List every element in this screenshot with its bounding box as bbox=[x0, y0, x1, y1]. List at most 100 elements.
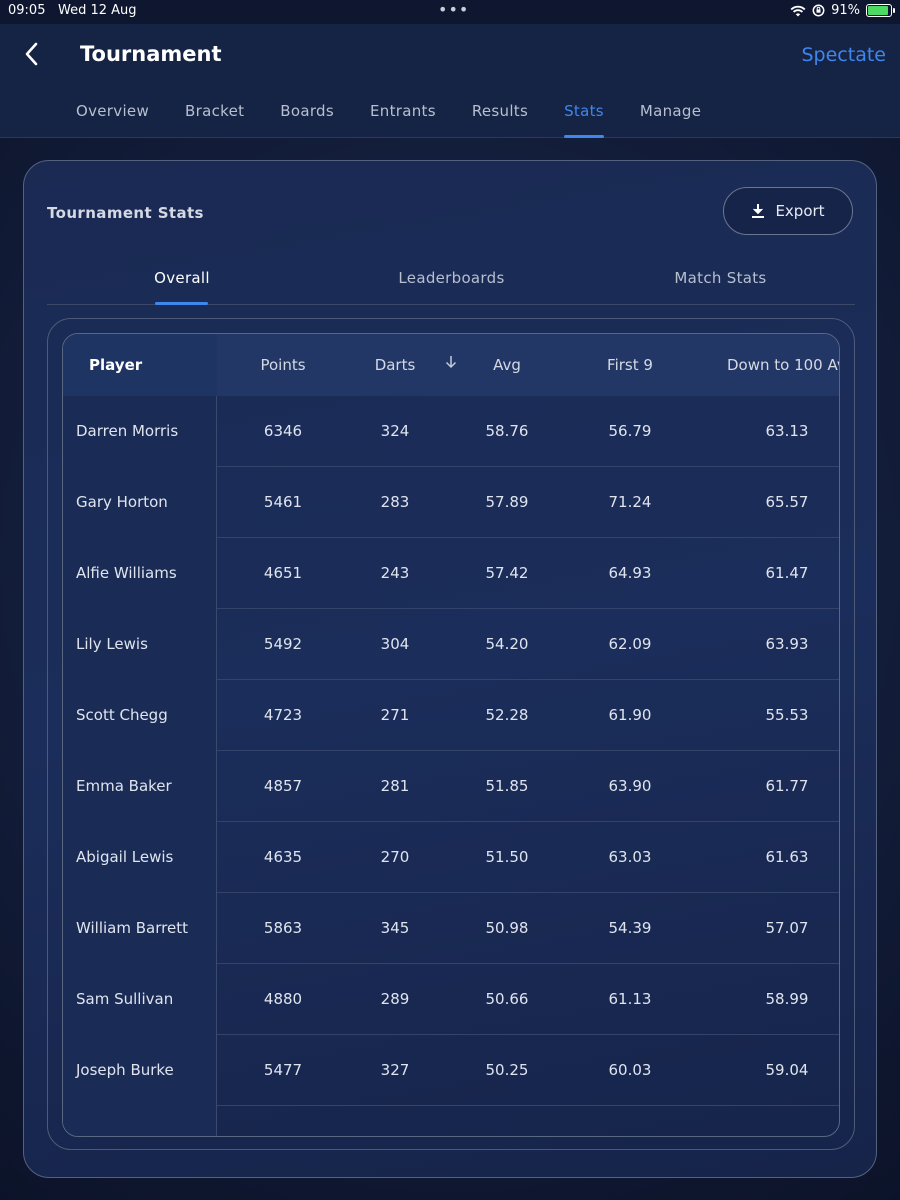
player-name-cell: Sam Sullivan bbox=[76, 990, 174, 1008]
down-to-100-avg-cell: 55.53 bbox=[765, 706, 809, 724]
stats-table[interactable]: Player Points Darts Avg First 9 Down to … bbox=[62, 333, 840, 1137]
table-header: Player Points Darts Avg First 9 Down to … bbox=[63, 334, 839, 396]
table-row[interactable]: Abigail Lewis 4635 270 51.50 63.03 61.63 bbox=[63, 822, 839, 893]
column-header-avg[interactable]: Avg bbox=[457, 334, 557, 396]
darts-cell: 281 bbox=[380, 777, 410, 795]
darts-cell: 345 bbox=[380, 919, 410, 937]
table-row[interactable]: Darren Morris 6346 324 58.76 56.79 63.13 bbox=[63, 396, 839, 467]
column-header-down-to-100-avg[interactable]: Down to 100 Avg bbox=[727, 334, 839, 396]
avg-cell: 57.42 bbox=[485, 564, 529, 582]
avg-cell: 51.50 bbox=[485, 848, 529, 866]
top-tab-bar: Overview Bracket Boards Entrants Results… bbox=[58, 92, 719, 138]
card-title: Tournament Stats bbox=[47, 204, 204, 222]
rotation-lock-icon bbox=[812, 4, 825, 17]
table-row[interactable]: William Barrett 5863 345 50.98 54.39 57.… bbox=[63, 893, 839, 964]
column-header-first9[interactable]: First 9 bbox=[580, 334, 680, 396]
status-bar: 09:05 Wed 12 Aug ••• 91% bbox=[0, 0, 900, 24]
page-title: Tournament bbox=[80, 42, 222, 66]
player-name-cell: Alfie Williams bbox=[76, 564, 177, 582]
navigation-bar: Tournament Spectate Overview Bracket Boa… bbox=[0, 24, 900, 138]
points-cell: 4723 bbox=[263, 706, 303, 724]
column-header-darts[interactable]: Darts bbox=[345, 334, 445, 396]
down-to-100-avg-cell: 57.07 bbox=[765, 919, 809, 937]
table-row[interactable]: Gary Horton 5461 283 57.89 71.24 65.57 bbox=[63, 467, 839, 538]
avg-cell: 57.89 bbox=[485, 493, 529, 511]
down-to-100-avg-cell: 61.63 bbox=[765, 848, 809, 866]
tab-boards[interactable]: Boards bbox=[262, 92, 352, 138]
wifi-icon bbox=[790, 5, 806, 16]
tab-overview[interactable]: Overview bbox=[58, 92, 167, 138]
darts-cell: 289 bbox=[380, 990, 410, 1008]
player-name-cell: Scott Chegg bbox=[76, 706, 168, 724]
table-row[interactable]: Alfie Williams 4651 243 57.42 64.93 61.4… bbox=[63, 538, 839, 609]
multitasking-dots-icon[interactable]: ••• bbox=[438, 0, 469, 19]
avg-cell: 51.85 bbox=[485, 777, 529, 795]
points-cell: 5461 bbox=[263, 493, 303, 511]
status-time: 09:05 bbox=[8, 3, 46, 18]
player-name-cell: Joseph Burke bbox=[76, 1061, 174, 1079]
first9-cell: 61.90 bbox=[608, 706, 652, 724]
first9-cell: 71.24 bbox=[608, 493, 652, 511]
player-name-cell: Lily Lewis bbox=[76, 635, 148, 653]
tab-bracket[interactable]: Bracket bbox=[167, 92, 262, 138]
stats-subtab-bar: Overall Leaderboards Match Stats bbox=[47, 261, 855, 305]
down-to-100-avg-cell: 63.93 bbox=[765, 635, 809, 653]
darts-cell: 243 bbox=[380, 564, 410, 582]
points-cell: 6346 bbox=[263, 422, 303, 440]
first9-cell: 64.93 bbox=[608, 564, 652, 582]
back-chevron-icon[interactable] bbox=[20, 40, 44, 68]
avg-cell: 58.76 bbox=[485, 422, 529, 440]
darts-cell: 271 bbox=[380, 706, 410, 724]
points-cell: 5477 bbox=[263, 1061, 303, 1079]
table-row[interactable]: Joseph Burke 5477 327 50.25 60.03 59.04 bbox=[63, 1035, 839, 1106]
spectate-button[interactable]: Spectate bbox=[802, 44, 887, 66]
avg-cell: 50.98 bbox=[485, 919, 529, 937]
avg-cell: 52.28 bbox=[485, 706, 529, 724]
down-to-100-avg-cell: 61.47 bbox=[765, 564, 809, 582]
table-row[interactable]: Sam Sullivan 4880 289 50.66 61.13 58.99 bbox=[63, 964, 839, 1035]
table-frame: Player Points Darts Avg First 9 Down to … bbox=[47, 318, 855, 1150]
player-name-cell: Abigail Lewis bbox=[76, 848, 174, 866]
first9-cell: 56.79 bbox=[608, 422, 652, 440]
down-to-100-avg-cell: 59.04 bbox=[765, 1061, 809, 1079]
tab-manage[interactable]: Manage bbox=[622, 92, 719, 138]
points-cell: 4651 bbox=[263, 564, 303, 582]
first9-cell: 63.90 bbox=[608, 777, 652, 795]
points-cell: 4857 bbox=[263, 777, 303, 795]
table-row[interactable]: Lily Lewis 5492 304 54.20 62.09 63.93 bbox=[63, 609, 839, 680]
column-header-points[interactable]: Points bbox=[233, 334, 333, 396]
subtab-match-stats[interactable]: Match Stats bbox=[586, 261, 855, 304]
status-date: Wed 12 Aug bbox=[58, 3, 137, 18]
tab-stats[interactable]: Stats bbox=[546, 92, 622, 138]
table-row[interactable]: Scott Chegg 4723 271 52.28 61.90 55.53 bbox=[63, 680, 839, 751]
darts-cell: 270 bbox=[380, 848, 410, 866]
table-row[interactable]: Emma Baker 4857 281 51.85 63.90 61.77 bbox=[63, 751, 839, 822]
down-to-100-avg-cell: 61.77 bbox=[765, 777, 809, 795]
darts-cell: 304 bbox=[380, 635, 410, 653]
player-name-cell: Emma Baker bbox=[76, 777, 172, 795]
down-to-100-avg-cell: 58.99 bbox=[765, 990, 809, 1008]
subtab-overall[interactable]: Overall bbox=[47, 261, 317, 305]
status-indicators: 91% bbox=[790, 3, 895, 18]
export-label: Export bbox=[775, 202, 825, 220]
battery-percent: 91% bbox=[831, 3, 860, 18]
down-to-100-avg-cell: 65.57 bbox=[765, 493, 809, 511]
points-cell: 4880 bbox=[263, 990, 303, 1008]
first9-cell: 63.03 bbox=[608, 848, 652, 866]
player-name-cell: William Barrett bbox=[76, 919, 188, 937]
tournament-stats-card: Tournament Stats Export Overall Leaderbo… bbox=[23, 160, 877, 1178]
points-cell: 5863 bbox=[263, 919, 303, 937]
column-header-player[interactable]: Player bbox=[63, 334, 217, 396]
down-to-100-avg-cell: 63.13 bbox=[765, 422, 809, 440]
first9-cell: 61.13 bbox=[608, 990, 652, 1008]
avg-cell: 50.66 bbox=[485, 990, 529, 1008]
first9-cell: 62.09 bbox=[608, 635, 652, 653]
tab-entrants[interactable]: Entrants bbox=[352, 92, 454, 138]
subtab-leaderboards[interactable]: Leaderboards bbox=[317, 261, 586, 304]
tab-results[interactable]: Results bbox=[454, 92, 546, 138]
battery-icon bbox=[866, 4, 895, 17]
darts-cell: 327 bbox=[380, 1061, 410, 1079]
avg-cell: 54.20 bbox=[485, 635, 529, 653]
export-button[interactable]: Export bbox=[723, 187, 853, 235]
darts-cell: 283 bbox=[380, 493, 410, 511]
